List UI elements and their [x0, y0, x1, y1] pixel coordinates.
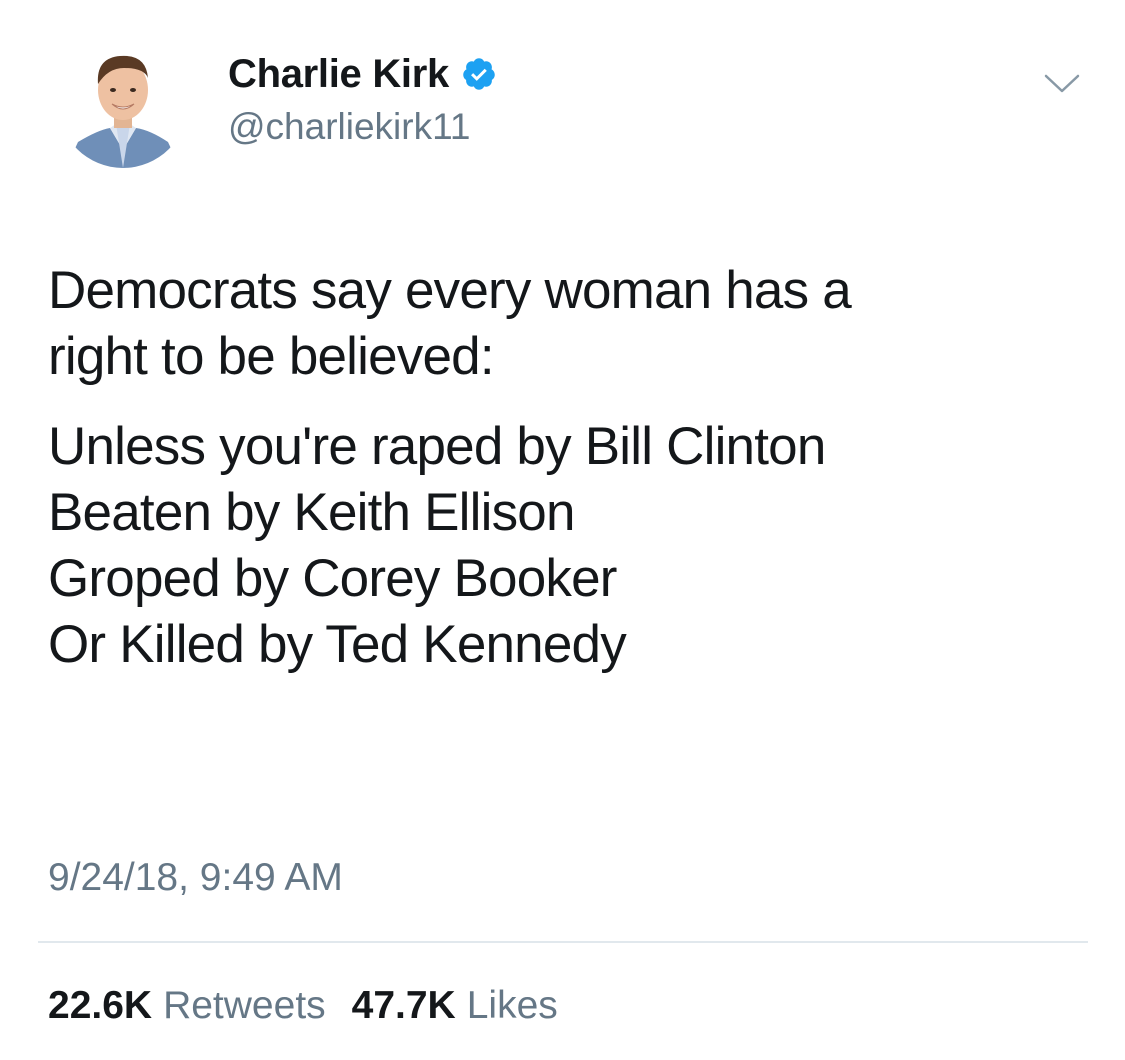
avatar[interactable]	[58, 38, 188, 168]
tweet-line: Beaten by Keith Ellison	[48, 483, 575, 542]
author-name-row: Charlie Kirk	[228, 48, 497, 100]
tweet-line: Groped by Corey Booker	[48, 549, 617, 608]
chevron-down-icon[interactable]	[1042, 64, 1082, 104]
author-handle[interactable]: @charliekirk11	[228, 106, 497, 148]
likes-stat[interactable]: 47.7K Likes	[352, 984, 558, 1028]
retweets-count: 22.6K	[48, 984, 153, 1027]
retweets-stat[interactable]: 22.6K Retweets	[48, 984, 326, 1028]
author-block: Charlie Kirk @charliekirk11	[228, 48, 497, 148]
tweet-line: Democrats say every woman has a	[48, 261, 852, 320]
avatar-photo-icon	[58, 38, 188, 168]
tweet-card: Charlie Kirk @charliekirk11 Democrats sa…	[0, 0, 1125, 1060]
tweet-line: Unless you're raped by Bill Clinton	[48, 417, 826, 476]
tweet-timestamp[interactable]: 9/24/18, 9:49 AM	[48, 856, 343, 900]
tweet-stats: 22.6K Retweets 47.7K Likes	[48, 984, 584, 1028]
retweets-label: Retweets	[163, 984, 326, 1027]
likes-count: 47.7K	[351, 984, 456, 1027]
tweet-line: Or Killed by Ted Kennedy	[48, 615, 627, 674]
verified-badge-icon	[461, 56, 497, 92]
likes-label: Likes	[466, 984, 558, 1027]
divider	[38, 941, 1088, 943]
tweet-text: Democrats say every woman has a right to…	[48, 258, 1088, 678]
author-display-name[interactable]: Charlie Kirk	[228, 52, 449, 97]
tweet-line: right to be believed:	[48, 327, 495, 386]
